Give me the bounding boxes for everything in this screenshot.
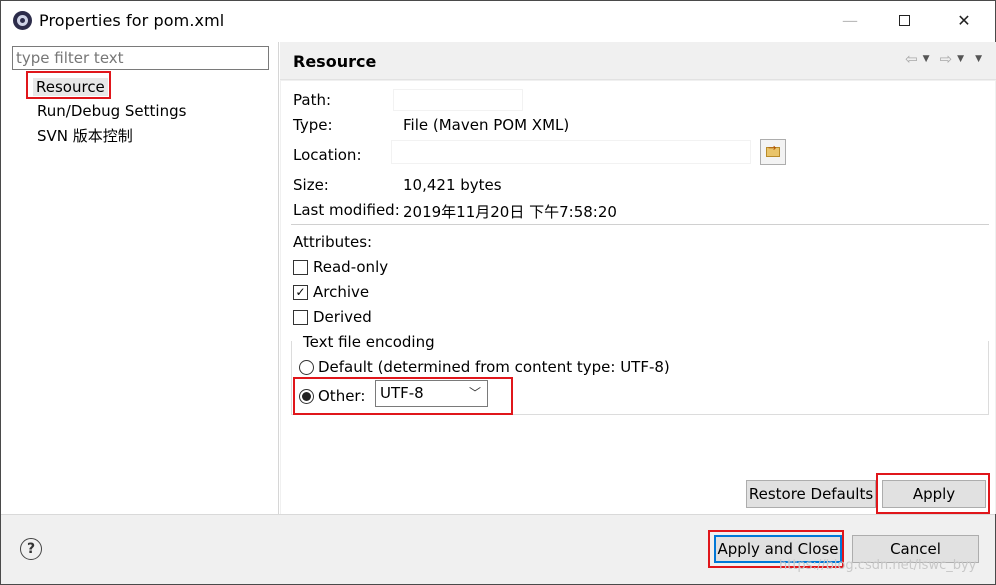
derived-checkbox-row[interactable]: Derived [293, 308, 372, 326]
help-icon[interactable]: ? [20, 538, 42, 560]
encoding-select-value: UTF-8 [380, 384, 424, 402]
resource-content: Path: Type: File (Maven POM XML) Locatio… [281, 81, 995, 514]
properties-dialog: Properties for pom.xml — ✕ Resource Run/… [0, 0, 996, 585]
view-menu-icon[interactable]: ▼ [975, 54, 982, 64]
maximize-icon [898, 14, 910, 26]
location-label: Location: [293, 146, 362, 164]
window-title: Properties for pom.xml [39, 11, 225, 30]
apply-button[interactable]: Apply [882, 480, 986, 508]
default-encoding-radio[interactable] [299, 359, 314, 375]
other-encoding-label: Other: [318, 387, 366, 405]
tree-item-run-debug-settings[interactable]: Run/Debug Settings [37, 102, 186, 120]
show-in-explorer-button[interactable] [760, 139, 786, 165]
default-encoding-option[interactable]: Default (determined from content type: U… [299, 358, 670, 376]
encoding-legend: Text file encoding [301, 333, 437, 351]
page-title: Resource [293, 52, 377, 71]
tree-item-label: SVN 版本控制 [37, 127, 133, 145]
tree-item-label: Run/Debug Settings [37, 102, 187, 120]
title-bar: Properties for pom.xml — ✕ [1, 1, 995, 41]
category-tree-pane: Resource Run/Debug Settings SVN 版本控制 [5, 42, 279, 514]
read-only-label: Read-only [313, 258, 389, 276]
archive-checkbox[interactable]: ✓ [293, 284, 308, 300]
read-only-checkbox[interactable] [293, 259, 308, 275]
tree-item-svn[interactable]: SVN 版本控制 [37, 125, 133, 146]
path-label: Path: [293, 91, 332, 109]
size-value: 10,421 bytes [403, 176, 502, 194]
eclipse-app-icon [13, 11, 32, 30]
history-nav: ⇦ ▼ ⇨ ▼ ▼ [905, 50, 982, 68]
chevron-down-icon: ﹀ [468, 386, 481, 400]
forward-arrow-icon[interactable]: ⇨ [940, 50, 953, 68]
open-folder-icon [766, 143, 780, 157]
properties-page: Resource ⇦ ▼ ⇨ ▼ ▼ Path: Type: File (Mav… [280, 42, 996, 514]
derived-checkbox[interactable] [293, 309, 308, 325]
last-modified-value: 2019年11月20日 下午7:58:20 [403, 203, 617, 221]
location-value [391, 140, 751, 164]
other-encoding-radio[interactable] [299, 388, 314, 404]
forward-dropdown-icon[interactable]: ▼ [957, 54, 964, 64]
encoding-select[interactable]: UTF-8 ﹀ [375, 380, 488, 407]
restore-defaults-button[interactable]: Restore Defaults [746, 480, 876, 508]
archive-label: Archive [313, 283, 370, 301]
maximize-button[interactable] [881, 1, 927, 39]
separator [291, 224, 989, 225]
page-header: Resource ⇦ ▼ ⇨ ▼ ▼ [280, 42, 996, 80]
filter-input[interactable] [12, 46, 269, 70]
tree-item-label: Resource [33, 78, 108, 96]
dialog-button-bar: ? Apply and Close Cancel [1, 514, 995, 584]
close-button[interactable]: ✕ [941, 1, 987, 39]
type-value: File (Maven POM XML) [403, 116, 570, 134]
archive-checkbox-row[interactable]: ✓ Archive [293, 283, 369, 301]
minimize-button[interactable]: — [827, 1, 873, 39]
derived-label: Derived [313, 308, 372, 326]
back-arrow-icon[interactable]: ⇦ [905, 50, 918, 68]
watermark: https://blog.csdn.net/lswc_byy [779, 558, 977, 573]
attributes-heading: Attributes: [293, 233, 373, 251]
read-only-checkbox-row[interactable]: Read-only [293, 258, 388, 276]
last-modified-label: Last modified: [293, 201, 400, 219]
size-label: Size: [293, 176, 329, 194]
tree-item-resource[interactable]: Resource [33, 78, 108, 96]
back-dropdown-icon[interactable]: ▼ [923, 54, 930, 64]
path-value [393, 89, 523, 111]
other-encoding-option[interactable]: Other: [299, 387, 365, 405]
default-encoding-label: Default (determined from content type: U… [318, 358, 670, 376]
type-label: Type: [293, 116, 333, 134]
